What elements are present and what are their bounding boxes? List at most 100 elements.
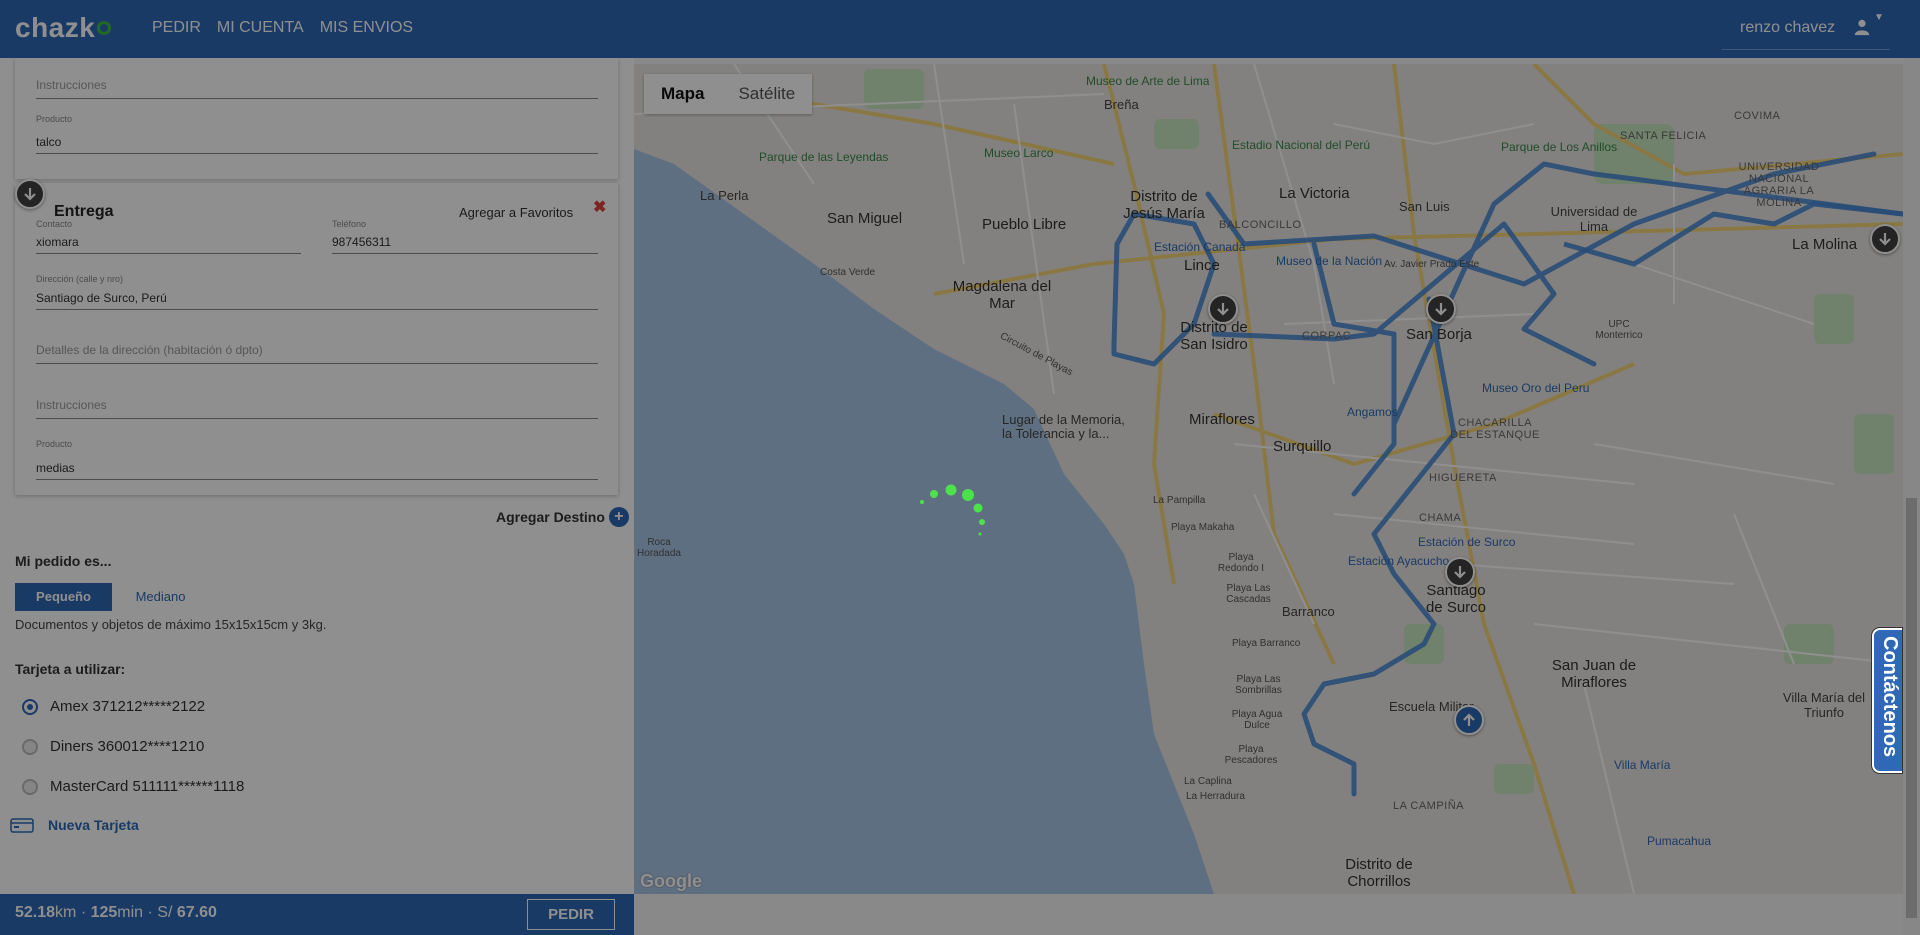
telefono-value: 987456311 [332,235,392,249]
map-label: Barranco [1282,604,1335,619]
map-label: Playa Las Sombrillas [1235,674,1282,696]
map-label: Playa Las Cascadas [1226,583,1271,605]
map-label: Parque de las Leyendas [759,150,889,164]
map-label: UPC Monterrico [1595,319,1643,341]
map-label: Costa Verde [820,267,876,278]
card-option-label: Diners 360012****1210 [50,738,205,755]
direccion-value: Santiago de Surco, Perú [36,291,167,305]
card-option-diners[interactable]: Diners 360012****1210 [22,738,204,755]
google-attribution: Google [640,871,702,891]
delivery-pin-icon [15,179,45,209]
map-label: Angamos [1347,405,1398,419]
pickup-instrucciones-placeholder: Instrucciones [36,78,107,92]
user-menu[interactable]: renzo chavez ▼ [1722,12,1890,50]
map-label: Santiago de Surco [1425,582,1487,616]
map-label: UNIVERSIDAD NACIONAL AGRARIA LA MOLINA [1738,161,1820,209]
route-map[interactable]: Mapa Satélite Museo de Arte de Lima Breñ… [634,64,1903,894]
map-label: Miraflores [1189,411,1255,428]
map-label: Universidad de Lima [1550,204,1638,234]
map-label: Estación Canadá [1154,240,1246,254]
add-favorites-link[interactable]: Agregar a Favoritos [459,205,573,220]
delivery-instrucciones-field[interactable]: Instrucciones [36,381,598,419]
map-label: San Miguel [827,210,903,227]
map-label: Pueblo Libre [982,216,1067,233]
map-type-tabs: Mapa Satélite [644,74,813,114]
map-label: La Molina [1792,236,1858,253]
map-label: Parque de Los Anillos [1501,140,1618,154]
map-label: San Juan de Miraflores [1551,657,1637,691]
map-label: Museo de la Nación [1276,254,1383,268]
plus-icon: + [608,507,629,527]
scrollbar-thumb[interactable] [1906,498,1917,918]
delivery-instrucciones-placeholder: Instrucciones [36,398,107,412]
tab-mapa[interactable]: Mapa [644,74,721,114]
loading-spinner-icon [920,484,985,536]
detalles-field[interactable]: Detalles de la dirección (habitación ó d… [36,326,598,364]
page-scrollbar[interactable] [1903,58,1920,935]
new-card-label: Nueva Tarjeta [48,817,139,833]
map-label: HIGUERETA [1429,472,1497,484]
map-label: Museo Oro del Peru [1482,381,1590,395]
delivery-producto-field[interactable]: Producto medias [36,439,598,480]
chevron-down-icon: ▼ [1874,12,1884,23]
add-destination-label: Agregar Destino [496,509,605,525]
map-pin-icon[interactable] [1870,224,1900,254]
map-label: Distrito de San Isidro [1180,319,1248,353]
contact-label: Contáctenos [1879,636,1901,758]
add-destination-button[interactable]: Agregar Destino + [496,507,629,527]
submit-order-button[interactable]: PEDIR [527,899,615,930]
map-label: CORPAC [1302,330,1352,342]
map-label: LA CAMPIÑA [1393,800,1465,812]
tab-satelite[interactable]: Satélite [721,74,812,114]
map-label: La Perla [700,188,749,203]
brand-logo[interactable]: chazk [15,12,112,44]
radio-icon[interactable] [22,778,38,795]
user-name: renzo chavez [1740,19,1836,36]
nav-mis-envios[interactable]: MIS ENVIOS [320,19,413,37]
map-pin-icon[interactable] [1445,557,1475,587]
nav-pedir[interactable]: PEDIR [152,19,201,37]
summary-distance-unit: km · [55,904,91,921]
map-label: Distrito de Chorrillos [1345,856,1413,890]
map-label: Pumacahua [1647,834,1712,848]
map-pin-icon[interactable] [1426,294,1456,324]
map-label: Playa Barranco [1232,638,1301,649]
direccion-label: Dirección (calle y nro) [36,274,124,284]
card-option-label: MasterCard 511111******1118 [50,778,245,795]
map-label: Lince [1184,257,1220,274]
map-label: La Herradura [1186,791,1245,802]
map-label: Playa Redondo I [1217,552,1265,574]
map-label: San Borja [1406,326,1472,343]
size-medium-button[interactable]: Mediano [112,583,209,611]
pickup-producto-field[interactable]: Producto talco [36,114,598,154]
map-label: Museo de Arte de Lima [1086,74,1210,88]
summary-distance: 52.18 [15,904,56,921]
close-icon[interactable]: ✖ [593,197,606,217]
origin-pin-icon[interactable] [1454,705,1484,735]
radio-selected-icon[interactable] [22,698,38,715]
map-canvas[interactable] [634,64,1903,894]
size-small-button[interactable]: Pequeño [15,583,112,611]
summary-time-unit: min · S/ [117,904,177,921]
new-card-button[interactable]: Nueva Tarjeta [10,816,139,834]
direccion-field[interactable]: Dirección (calle y nro) Santiago de Surc… [36,274,598,310]
card-option-amex[interactable]: Amex 371212*****2122 [22,698,205,715]
map-label: San Luis [1399,199,1450,214]
map-label: Surquillo [1273,438,1332,455]
radio-icon[interactable] [22,738,38,755]
pickup-producto-value: talco [36,135,62,149]
map-pin-icon[interactable] [1208,294,1238,324]
map-label: Roca Horadada [637,537,681,559]
telefono-field[interactable]: Teléfono 987456311 [332,219,598,254]
nav-mi-cuenta[interactable]: MI CUENTA [217,19,304,37]
card-option-mastercard[interactable]: MasterCard 511111******1118 [22,778,244,795]
contacto-label: Contacto [36,219,73,229]
top-navbar: chazk PEDIR MI CUENTA MIS ENVIOS renzo c… [0,0,1920,58]
map-label: Playa Agua Dulce [1231,709,1283,731]
map-label: Estación Ayacucho [1348,554,1450,568]
contacto-field[interactable]: Contacto xiomara [36,219,301,254]
user-icon [1854,19,1870,36]
contact-tab[interactable]: Contáctenos [1872,628,1902,773]
pickup-instrucciones-field[interactable]: Instrucciones [36,62,598,99]
order-size-title: Mi pedido es... [15,553,112,569]
